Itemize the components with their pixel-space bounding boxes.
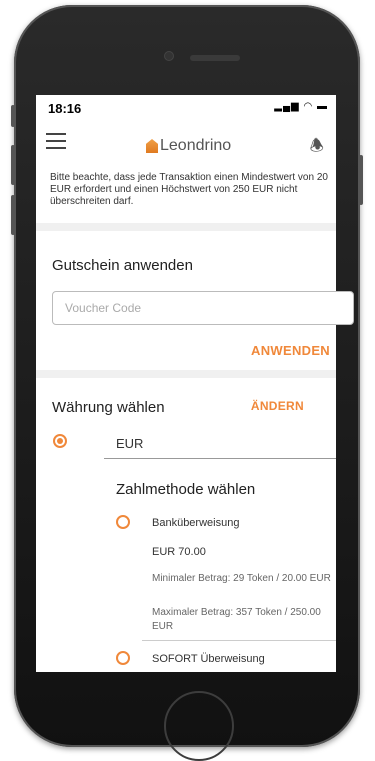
front-camera [164, 51, 174, 61]
volume-up-button [11, 145, 15, 185]
mute-switch [11, 105, 15, 127]
app-screen: 18:16 ▂▄▆ ◠ ▬ Leondrino 🕭 Bitte beachte,… [36, 95, 336, 672]
hamburger-menu-icon[interactable] [46, 133, 66, 149]
home-button[interactable] [164, 691, 234, 761]
volume-down-button [11, 195, 15, 235]
status-bar: 18:16 ▂▄▆ ◠ ▬ [36, 95, 336, 119]
signal-wifi-battery-icon: ▂▄▆ ◠ ▬ [274, 101, 328, 112]
voucher-section-title: Gutschein anwenden [52, 257, 193, 274]
change-currency-button[interactable]: ÄNDERN [251, 399, 304, 413]
earpiece-speaker [190, 55, 240, 61]
section-divider [36, 223, 336, 231]
power-button [359, 155, 363, 205]
apply-voucher-button[interactable]: ANWENDEN [251, 343, 330, 358]
notification-bell-icon[interactable]: 🕭 [310, 135, 324, 162]
voucher-code-input[interactable] [52, 291, 354, 325]
status-time: 18:16 [48, 101, 82, 116]
logo-text: Leondrino [160, 137, 232, 154]
currency-radio-eur[interactable] [53, 434, 67, 448]
logo-house-icon [146, 139, 158, 153]
app-header: Leondrino 🕭 [36, 125, 336, 165]
payment-radio-sofort[interactable] [116, 651, 130, 665]
transaction-limit-notice: Bitte beachte, dass jede Transaktion ein… [50, 172, 328, 207]
payment-radio-bank-transfer[interactable] [116, 515, 130, 529]
leondrino-logo: Leondrino [146, 137, 231, 155]
